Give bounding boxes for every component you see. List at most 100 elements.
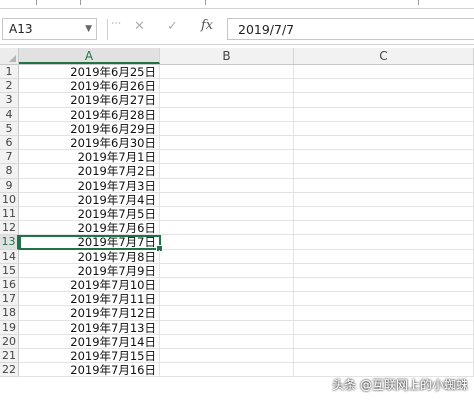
column-header-b[interactable]: B [160, 48, 294, 64]
row-header[interactable]: 22 [0, 363, 19, 378]
cell-b[interactable] [160, 235, 294, 250]
cell-a[interactable]: 2019年6月29日 [19, 121, 160, 136]
cell-b[interactable] [160, 249, 294, 264]
enter-icon[interactable]: ✓ [167, 19, 178, 34]
cell-a[interactable]: 2019年7月15日 [19, 349, 160, 364]
cell-c[interactable] [294, 192, 474, 207]
cell-a[interactable]: 2019年6月28日 [19, 107, 160, 122]
insert-function-button[interactable]: fx [201, 18, 213, 33]
cell-c[interactable] [294, 150, 474, 165]
cell-a[interactable]: 2019年6月26日 [19, 79, 160, 94]
cell-a[interactable]: 2019年7月6日 [19, 221, 160, 236]
cell-b[interactable] [160, 320, 294, 335]
cell-c[interactable] [294, 263, 474, 278]
row-header[interactable]: 21 [0, 349, 19, 364]
cell-b[interactable] [160, 207, 294, 222]
row-header[interactable]: 8 [0, 164, 19, 179]
cell-a[interactable]: 2019年6月30日 [19, 136, 160, 151]
cell-a[interactable]: 2019年7月3日 [19, 178, 160, 193]
row-header[interactable]: 15 [0, 263, 19, 278]
cell-b[interactable] [160, 263, 294, 278]
cell-a[interactable]: 2019年7月13日 [19, 320, 160, 335]
row-header[interactable]: 2 [0, 79, 19, 94]
row-header[interactable]: 17 [0, 292, 19, 307]
cell-a[interactable]: 2019年7月4日 [19, 192, 160, 207]
cell-c[interactable] [294, 334, 474, 349]
cell-b[interactable] [160, 93, 294, 108]
row-header[interactable]: 3 [0, 93, 19, 108]
cell-a[interactable]: 2019年7月7日 [19, 235, 160, 250]
cell-b[interactable] [160, 164, 294, 179]
chevron-down-icon[interactable]: ▼ [85, 24, 92, 34]
cell-a[interactable]: 2019年7月1日 [19, 150, 160, 165]
cell-b[interactable] [160, 178, 294, 193]
cell-c[interactable] [294, 249, 474, 264]
cell-a[interactable]: 2019年6月25日 [19, 65, 160, 80]
row-header[interactable]: 11 [0, 207, 19, 222]
row-header[interactable]: 9 [0, 178, 19, 193]
cell-c[interactable] [294, 292, 474, 307]
name-box[interactable]: A13 ▼ [2, 18, 97, 40]
cell-a[interactable]: 2019年7月16日 [19, 363, 160, 378]
cell-b[interactable] [160, 107, 294, 122]
cell-a[interactable]: 2019年7月12日 [19, 306, 160, 321]
cell-c[interactable] [294, 207, 474, 222]
cancel-icon[interactable]: ✕ [134, 19, 145, 34]
row-header[interactable]: 16 [0, 278, 19, 293]
cell-c[interactable] [294, 79, 474, 94]
cell-b[interactable] [160, 278, 294, 293]
cell-a[interactable]: 2019年7月8日 [19, 249, 160, 264]
cell-c[interactable] [294, 178, 474, 193]
cell-c[interactable] [294, 65, 474, 80]
select-all-button[interactable] [0, 48, 19, 64]
row-header[interactable]: 19 [0, 320, 19, 335]
cell-c[interactable] [294, 278, 474, 293]
cell-c[interactable] [294, 164, 474, 179]
row-header[interactable]: 10 [0, 192, 19, 207]
row-header[interactable]: 20 [0, 334, 19, 349]
formula-input[interactable]: 2019/7/7 [227, 18, 474, 40]
cell-b[interactable] [160, 136, 294, 151]
cell-b[interactable] [160, 150, 294, 165]
row-header[interactable]: 1 [0, 65, 19, 80]
cell-a[interactable]: 2019年6月27日 [19, 93, 160, 108]
cell-a[interactable]: 2019年7月2日 [19, 164, 160, 179]
row-header[interactable]: 12 [0, 221, 19, 236]
cell-c[interactable] [294, 235, 474, 250]
cell-c[interactable] [294, 107, 474, 122]
cell-b[interactable] [160, 221, 294, 236]
cell-c[interactable] [294, 136, 474, 151]
row-header[interactable]: 5 [0, 121, 19, 136]
cell-a[interactable]: 2019年7月9日 [19, 263, 160, 278]
cell-b[interactable] [160, 334, 294, 349]
cell-b[interactable] [160, 349, 294, 364]
ribbon-tick [418, 0, 419, 5]
row-header[interactable]: 18 [0, 306, 19, 321]
row-header[interactable]: 6 [0, 136, 19, 151]
cell-c[interactable] [294, 349, 474, 364]
cell-a[interactable]: 2019年7月5日 [19, 207, 160, 222]
cell-b[interactable] [160, 192, 294, 207]
drag-handle-icon[interactable]: ⋮ [110, 18, 121, 26]
row-header[interactable]: 7 [0, 150, 19, 165]
row-header[interactable]: 14 [0, 249, 19, 264]
cell-a[interactable]: 2019年7月10日 [19, 278, 160, 293]
cell-b[interactable] [160, 292, 294, 307]
cell-c[interactable] [294, 306, 474, 321]
column-header-c[interactable]: C [294, 48, 474, 64]
cell-b[interactable] [160, 306, 294, 321]
cell-a[interactable]: 2019年7月11日 [19, 292, 160, 307]
cell-b[interactable] [160, 65, 294, 80]
table-row: 18 2019年7月12日 [0, 306, 474, 321]
cell-a[interactable]: 2019年7月14日 [19, 334, 160, 349]
column-header-a[interactable]: A [19, 48, 160, 64]
cell-b[interactable] [160, 363, 294, 378]
cell-c[interactable] [294, 121, 474, 136]
cell-b[interactable] [160, 121, 294, 136]
cell-b[interactable] [160, 79, 294, 94]
cell-c[interactable] [294, 320, 474, 335]
cell-c[interactable] [294, 221, 474, 236]
cell-c[interactable] [294, 93, 474, 108]
row-header[interactable]: 13 [0, 235, 19, 250]
row-header[interactable]: 4 [0, 107, 19, 122]
